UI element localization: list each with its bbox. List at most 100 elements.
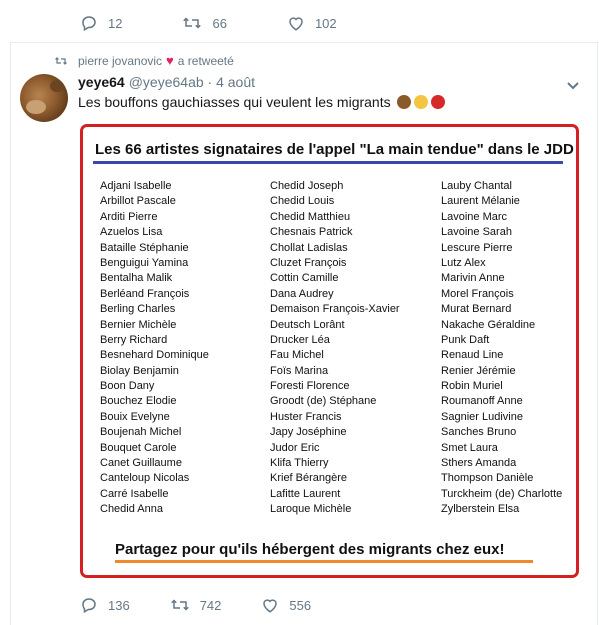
artist-name: Benguigui Yamina bbox=[100, 256, 189, 269]
artist-name: Bouix Evelyne bbox=[100, 410, 170, 423]
retweet-icon bbox=[170, 599, 189, 611]
names-column-2: Chedid Joseph Chedid Louis Chedid Matthieu… bbox=[270, 179, 400, 518]
artist-name: Smet Laura bbox=[441, 441, 498, 454]
avatar[interactable] bbox=[20, 74, 68, 122]
artist-name: Besnehard Dominique bbox=[100, 349, 209, 362]
artist-name: Chesnais Patrick bbox=[270, 226, 353, 239]
heart-icon bbox=[263, 599, 278, 613]
retweet-icon bbox=[183, 17, 202, 29]
artist-name: Foïs Marina bbox=[270, 364, 329, 377]
retweet-context: pierre jovanovic ♥ a retweeté bbox=[54, 53, 234, 68]
heart-icon bbox=[289, 17, 303, 31]
artist-name: Bataille Stéphanie bbox=[100, 241, 189, 254]
like-count: 556 bbox=[289, 597, 312, 613]
reply-count: 12 bbox=[108, 15, 123, 31]
artist-name: Berléand François bbox=[100, 287, 190, 300]
artist-name: Laurent Mélanie bbox=[441, 195, 520, 208]
divider bbox=[10, 42, 599, 43]
artist-name: Bouquet Carole bbox=[100, 441, 177, 454]
tweet-body: Les bouffons gauchiasses qui veulent les… bbox=[78, 94, 391, 110]
artist-name: Berling Charles bbox=[100, 303, 176, 316]
artist-name: Thompson Danièle bbox=[441, 472, 534, 485]
artist-name: Klifa Thierry bbox=[270, 457, 329, 470]
artist-name: Demaison François-Xavier bbox=[270, 303, 400, 316]
card-title: Les 66 artistes signataires de l'appel "… bbox=[95, 141, 574, 158]
artist-name: Berry Richard bbox=[100, 333, 168, 346]
like-count: 102 bbox=[314, 15, 337, 31]
retweet-button[interactable]: 742 bbox=[170, 596, 222, 614]
artist-name: Roumanoff Anne bbox=[441, 395, 523, 408]
thumbs-down-emoji-icon bbox=[413, 95, 428, 109]
artist-name: Turckheim (de) Charlotte bbox=[441, 487, 563, 500]
artist-name: Lauby Chantal bbox=[441, 180, 512, 192]
reply-icon bbox=[82, 598, 96, 614]
artist-name: Canteloup Nicolas bbox=[100, 472, 190, 485]
artist-name: Punk Daft bbox=[441, 333, 490, 346]
artist-name: Canet Guillaume bbox=[100, 457, 182, 470]
artist-name: Azuelos Lisa bbox=[100, 226, 163, 239]
artist-name: Arbillot Pascale bbox=[100, 195, 176, 208]
artist-name: Boujenah Michel bbox=[100, 426, 182, 439]
artist-name: Chedid Louis bbox=[270, 195, 335, 208]
artist-name: Bentalha Malik bbox=[100, 272, 173, 285]
like-button[interactable]: 556 bbox=[261, 596, 311, 614]
artist-name: Chedid Joseph bbox=[270, 180, 344, 192]
artist-name: Chedid Anna bbox=[100, 503, 163, 516]
like-button[interactable]: 102 bbox=[287, 14, 337, 32]
artist-name: Lafitte Laurent bbox=[270, 487, 341, 500]
artist-name: Morel François bbox=[441, 287, 514, 300]
retweet-count: 742 bbox=[199, 597, 222, 613]
artist-name: Sanches Bruno bbox=[441, 426, 517, 439]
artist-name: Lutz Alex bbox=[441, 256, 486, 269]
title-underline bbox=[93, 161, 563, 164]
tweet-actions: 136 742 556 bbox=[80, 596, 351, 614]
artist-name: Sthers Amanda bbox=[441, 457, 517, 470]
artist-name: Laroque Michèle bbox=[270, 503, 352, 516]
artist-name: Lavoine Sarah bbox=[441, 226, 512, 239]
artist-name: Huster Francis bbox=[270, 410, 342, 423]
artist-name: Japy Joséphine bbox=[270, 426, 347, 439]
retweet-count: 66 bbox=[212, 15, 227, 31]
names-column-3: Lauby Chantal Laurent Mélanie Lavoine Marc… bbox=[441, 179, 562, 518]
names-column-1: Adjani Isabelle Arbillot Pascale Arditi Pi… bbox=[100, 179, 209, 518]
artist-name: Biolay Benjamin bbox=[100, 364, 179, 377]
artist-name: Robin Muriel bbox=[441, 380, 503, 393]
previous-tweet-actions: 12 66 102 bbox=[0, 0, 599, 40]
reply-button[interactable]: 12 bbox=[80, 14, 122, 32]
artist-name: Fau Michel bbox=[270, 349, 324, 362]
artist-name: Krief Bérangère bbox=[270, 472, 348, 485]
retweet-button[interactable]: 66 bbox=[182, 14, 227, 32]
artist-name: Zylberstein Elsa bbox=[441, 503, 520, 516]
artist-name: Renaud Line bbox=[441, 349, 504, 362]
artist-name: Renier Jérémie bbox=[441, 364, 516, 377]
attached-image[interactable]: Les 66 artistes signataires de l'appel "… bbox=[80, 124, 579, 578]
display-name[interactable]: yeye64 bbox=[78, 74, 125, 90]
artist-name: Carré Isabelle bbox=[100, 487, 169, 500]
footer-underline bbox=[115, 560, 533, 563]
artist-name: Foresti Florence bbox=[270, 380, 350, 393]
reply-button[interactable]: 136 bbox=[80, 596, 130, 614]
artist-name: Bernier Michèle bbox=[100, 318, 177, 331]
handle-and-date[interactable]: @yeye64ab · 4 août bbox=[129, 74, 255, 90]
tweet-header: yeye64 @yeye64ab · 4 août bbox=[78, 74, 255, 90]
artist-name: Adjani Isabelle bbox=[100, 180, 172, 192]
artist-name: Drucker Léa bbox=[270, 333, 330, 346]
artist-name: Groodt (de) Stéphane bbox=[270, 395, 377, 408]
angry-face-emoji-icon bbox=[430, 95, 445, 109]
artist-name: Boon Dany bbox=[100, 380, 155, 393]
artist-name: Lescure Pierre bbox=[441, 241, 513, 254]
artist-name: Murat Bernard bbox=[441, 303, 512, 316]
artist-name: Chollat Ladislas bbox=[270, 241, 348, 254]
artist-name: Marivin Anne bbox=[441, 272, 505, 285]
retweeter-name[interactable]: pierre jovanovic bbox=[78, 54, 162, 68]
retweet-suffix: a retweeté bbox=[177, 53, 234, 68]
artist-name: Cluzet François bbox=[270, 256, 347, 269]
card-footer: Partagez pour qu'ils hébergent des migra… bbox=[115, 541, 505, 558]
artist-name: Arditi Pierre bbox=[100, 210, 158, 223]
frame-border-right bbox=[597, 42, 598, 625]
artist-name: Bouchez Elodie bbox=[100, 395, 177, 408]
retweet-small-icon bbox=[55, 56, 67, 65]
chevron-down-icon[interactable] bbox=[566, 78, 580, 96]
reply-icon bbox=[82, 16, 96, 32]
artist-name: Judor Eric bbox=[270, 441, 320, 454]
